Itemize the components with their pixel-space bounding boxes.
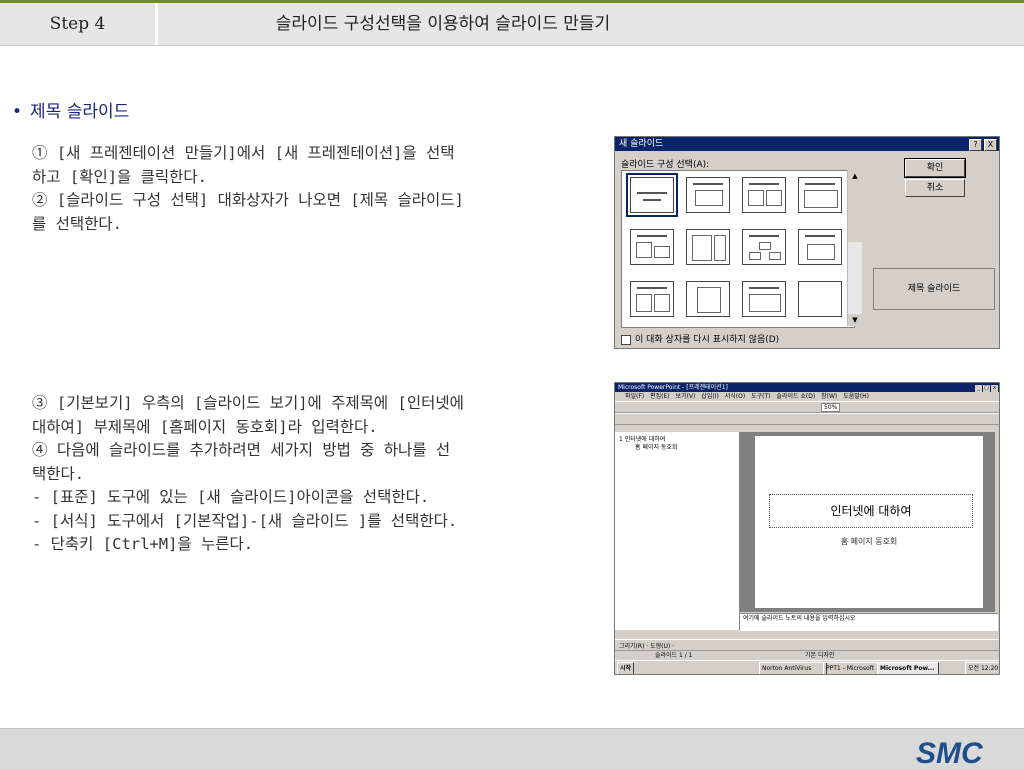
dont-show-again-checkbox[interactable]: 이 대화 상자를 다시 표시하지 않음(D) (621, 332, 779, 345)
pp-title: Microsoft PowerPoint - [프레젠테이션1] (618, 384, 728, 391)
menu-item[interactable]: 도구(T) (751, 393, 770, 400)
layout-scrollbar[interactable]: ▲ ▼ (847, 170, 862, 326)
taskbar-item[interactable]: Norton AntiVirus (759, 662, 827, 674)
close-icon[interactable]: x (991, 385, 998, 392)
ok-button[interactable]: 확인 (904, 158, 966, 178)
layout-vertical-text[interactable] (686, 281, 730, 317)
dialog-titlebar: 새 슬라이드 ? X (615, 137, 999, 151)
pp-outline-pane[interactable]: 1 인터넷에 대하여 홈 페이지 동호회 (615, 432, 740, 630)
smc-logo: SMC (916, 737, 984, 769)
start-button[interactable]: 시작 (617, 662, 635, 674)
menu-item[interactable]: 편집(E) (650, 393, 670, 400)
layout-title-and-vertical[interactable] (742, 281, 786, 317)
menu-item[interactable]: 슬라이드 쇼(D) (776, 393, 815, 400)
text-line: - 단축키 [Ctrl+M]을 누른다. (32, 535, 254, 553)
text-line: ③ [기본보기] 우측의 [슬라이드 보기]에 주제목에 [인터넷에 (32, 394, 464, 412)
pp-standard-toolbar[interactable]: 50% (615, 401, 999, 413)
menu-item[interactable]: 창(W) (821, 393, 837, 400)
new-slide-dialog-screenshot: 새 슬라이드 ? X 슬라이드 구성 선택(A): ▲ ▼ 확인 취소 제목 슬… (614, 136, 1000, 349)
menu-item[interactable]: 서식(O) (725, 393, 745, 400)
logo-text: SMC (916, 737, 984, 769)
text-line: - [서식] 도구에서 [기본작업]-[새 슬라이드 ]를 선택한다. (32, 511, 458, 530)
minimize-icon[interactable]: _ (975, 385, 982, 392)
layout-text-and-chart[interactable] (630, 229, 674, 265)
pp-menubar: 파일(F) 편집(E) 보기(V) 삽입(I) 서식(O) 도구(T) 슬라이드… (615, 392, 999, 401)
draw-label[interactable]: 그리기(R) · 도형(U) · (619, 641, 674, 650)
windows-taskbar: 시작 Norton AntiVirus PPT1 - Microsoft ...… (615, 660, 999, 674)
text-line: 를 선택한다. (32, 214, 122, 233)
bullet-marker: • (12, 102, 23, 122)
text-line: ② [슬라이드 구성 선택] 대화상자가 나오면 [제목 슬라이드] (32, 191, 464, 209)
dialog-title: 새 슬라이드 (619, 139, 664, 149)
scroll-up-icon[interactable]: ▲ (848, 170, 862, 182)
pp-slide-pane: 인터넷에 대하여 홈 페이지 동호회 (740, 432, 995, 612)
header-bar: Step 4 슬라이드 구성선택을 이용하여 슬라이드 만들기 (0, 3, 1024, 46)
text-line: 대하여] 부제목에 [홈페이지 동호회]라 입력한다. (32, 417, 378, 436)
checkbox-icon[interactable] (621, 334, 631, 345)
scroll-thumb[interactable] (848, 182, 862, 242)
slide-title[interactable]: 인터넷에 대하여 (769, 494, 973, 528)
pp-status-bar: 슬라이드 1 / 1 기본 디자인 (615, 650, 999, 660)
layout-chart[interactable] (798, 229, 842, 265)
cancel-button[interactable]: 취소 (905, 179, 965, 197)
layout-blank[interactable] (798, 281, 842, 317)
instructions-paragraph-2: ③ [기본보기] 우측의 [슬라이드 보기]에 주제목에 [인터넷에 대하여] … (32, 392, 604, 557)
layout-title-slide[interactable] (626, 173, 678, 217)
help-button[interactable]: ? (969, 139, 982, 151)
pp-slide[interactable]: 인터넷에 대하여 홈 페이지 동호회 (755, 436, 983, 608)
slide-subtitle[interactable]: 홈 페이지 동호회 (755, 536, 983, 547)
status-slide: 슬라이드 1 / 1 (655, 652, 693, 659)
taskbar-item[interactable]: PPT1 - Microsoft ... (823, 662, 882, 674)
step-label: Step 4 (49, 14, 106, 34)
text-line: 택한다. (32, 464, 85, 483)
checkbox-label: 이 대화 상자를 다시 표시하지 않음(D) (635, 335, 780, 345)
scroll-down-icon[interactable]: ▼ (848, 314, 862, 326)
layout-preview-label: 제목 슬라이드 (873, 268, 995, 310)
pp-drawing-toolbar[interactable]: 그리기(R) · 도형(U) · (615, 639, 999, 650)
status-design: 기본 디자인 (805, 652, 835, 659)
menu-item[interactable]: 보기(V) (676, 393, 696, 400)
text-line: ④ 다음에 슬라이드를 추가하려면 세가지 방법 중 하나를 선 (32, 441, 451, 459)
menu-item[interactable]: 도움말(H) (843, 393, 869, 400)
footer-bar: SMC (0, 728, 1024, 769)
section-heading: • 제목 슬라이드 (12, 97, 129, 122)
text-line: - [표준] 도구에 있는 [새 슬라이드]아이콘을 선택한다. (32, 488, 430, 506)
close-button[interactable]: X (984, 139, 997, 151)
maximize-icon[interactable]: □ (983, 385, 990, 392)
page-title: 슬라이드 구성선택을 이용하여 슬라이드 만들기 (275, 14, 611, 34)
layout-table[interactable] (798, 177, 842, 213)
pp-notes-pane[interactable]: 여기에 슬라이드 노트의 내용을 입력하십시오 (740, 613, 998, 631)
section-heading-label: 제목 슬라이드 (30, 102, 130, 122)
text-line: 하고 [확인]을 클릭한다. (32, 167, 207, 186)
layout-org-chart[interactable] (742, 229, 786, 265)
text-line: ① [새 프레젠테이션 만들기]에서 [새 프레젠테이션]을 선택 (32, 144, 455, 162)
pp-titlebar: Microsoft PowerPoint - [프레젠테이션1] _ □ x (615, 383, 999, 392)
taskbar-clock: 오전 12:20 (965, 662, 999, 674)
outline-subtitle: 홈 페이지 동호회 (635, 444, 678, 451)
powerpoint-window-screenshot: Microsoft PowerPoint - [프레젠테이션1] _ □ x 파일(… (614, 382, 1000, 675)
menu-item[interactable]: 삽입(I) (701, 393, 719, 400)
layout-two-column[interactable] (742, 177, 786, 213)
layout-text-and-clipart[interactable] (630, 281, 674, 317)
layout-label: 슬라이드 구성 선택(A): (621, 160, 710, 170)
instructions-paragraph-1: ① [새 프레젠테이션 만들기]에서 [새 프레젠테이션]을 선택 하고 [확인… (32, 142, 604, 236)
layout-chart-and-text[interactable] (686, 229, 730, 265)
layout-bulleted-list[interactable] (686, 177, 730, 213)
menu-item[interactable]: 파일(F) (625, 393, 644, 400)
layout-grid (621, 170, 855, 328)
pp-format-toolbar[interactable] (615, 413, 999, 425)
zoom-box[interactable]: 50% (821, 403, 841, 412)
taskbar-item[interactable]: Microsoft Pow... (877, 662, 939, 674)
